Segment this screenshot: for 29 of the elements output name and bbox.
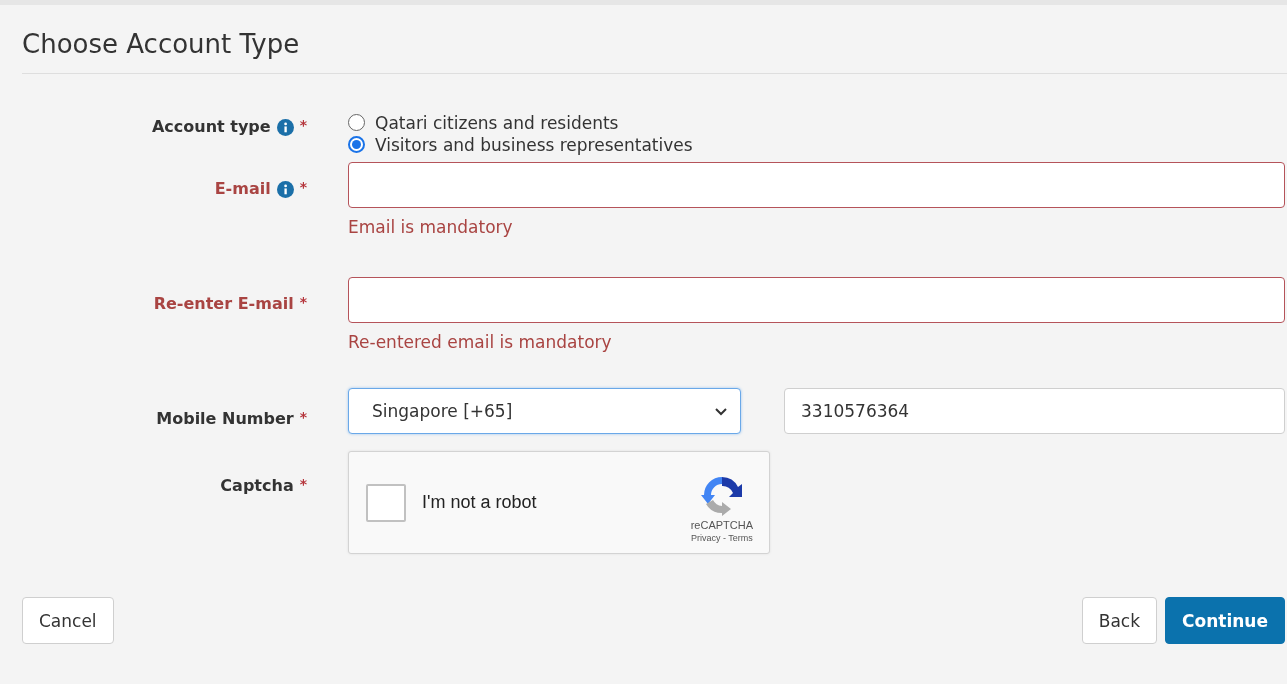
recaptcha-label: reCAPTCHA [690,518,753,531]
secondary-button[interactable]: Back [1081,597,1158,644]
info-icon[interactable] [276,119,294,136]
page-title: Choose Account Type [22,5,1287,74]
captcha-text: I'm not a robot [422,492,538,513]
required-mark: * [299,409,307,425]
privacy-terms-links[interactable]: Privacy - Terms [690,532,753,543]
radio-button[interactable] [348,114,365,131]
field-label: Re-enter E-mail [153,294,294,313]
email-field[interactable] [348,277,1285,323]
required-mark: * [299,179,307,195]
primary-button[interactable]: Continue [1165,597,1285,644]
chevron-down-icon [714,406,728,416]
country-select[interactable]: Singapore [+65] [348,388,741,434]
required-mark: * [299,117,307,133]
field-label: Captcha [220,476,294,495]
field-label: E-mail [214,179,271,198]
captcha-checkbox[interactable] [366,483,406,522]
required-mark: * [299,476,307,492]
required-mark: * [299,294,307,310]
phone-field[interactable]: 3310576364 [784,388,1285,434]
error-message: Re-entered email is mandatory [348,332,613,352]
radio-button[interactable] [348,136,365,153]
field-label: Account type [151,117,271,136]
error-message: Email is mandatory [348,217,514,237]
email-field[interactable] [348,162,1285,208]
info-icon[interactable] [276,181,294,198]
secondary-button[interactable]: Cancel [22,597,114,644]
field-label: Mobile Number [156,409,294,428]
